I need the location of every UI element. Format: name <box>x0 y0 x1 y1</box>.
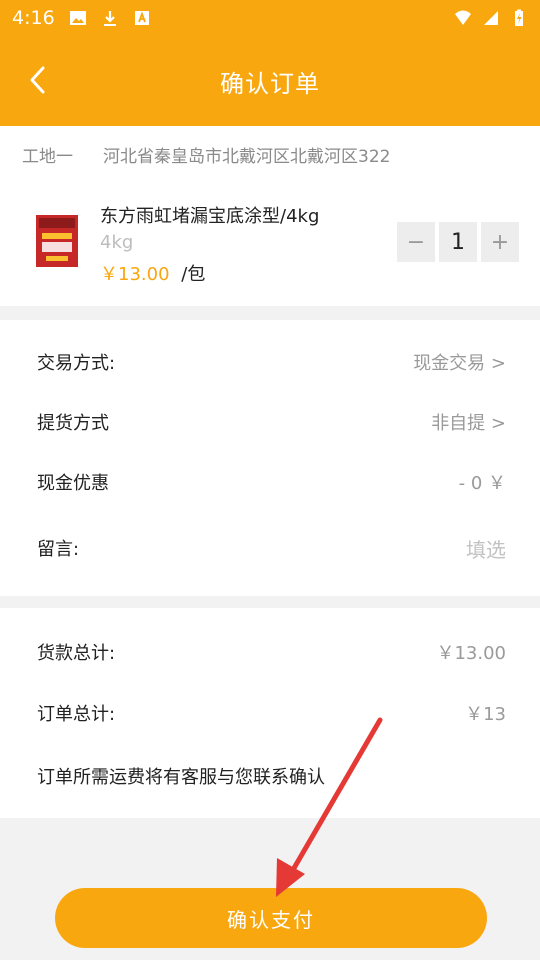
order-options: 交易方式: 现金交易 > 提货方式 非自提 > 现金优惠 - 0 ￥ 留言: 填… <box>0 320 540 596</box>
back-button[interactable] <box>22 62 52 98</box>
product-name: 东方雨虹堵漏宝底涂型/4kg <box>100 206 320 227</box>
delivery-address[interactable]: 工地一 河北省秦皇岛市北戴河区北戴河区322 <box>0 126 540 182</box>
pickup-method-value: 非自提 > <box>431 413 506 434</box>
shipping-note: 订单所需运费将有客服与您联系确认 <box>37 767 325 788</box>
goods-total-value: ￥13.00 <box>436 643 506 664</box>
goods-total-row: 货款总计: ￥13.00 <box>0 622 540 682</box>
divider <box>0 306 540 320</box>
message-input[interactable]: 填选 <box>466 534 506 563</box>
product-card: 东方雨虹堵漏宝底涂型/4kg 4kg ￥13.00 /包 − 1 + <box>0 182 540 306</box>
pickup-method-row[interactable]: 提货方式 非自提 > <box>0 392 540 452</box>
quantity-stepper: − 1 + <box>397 222 519 262</box>
wifi-icon <box>455 10 471 25</box>
product-thumbnail <box>36 215 78 267</box>
status-bar: 4:16 <box>0 0 540 36</box>
cash-discount-label: 现金优惠 <box>37 473 109 494</box>
address-name: 工地一 <box>22 146 73 167</box>
trade-method-label: 交易方式: <box>37 353 116 374</box>
divider <box>0 596 540 608</box>
app-notification-icon <box>134 11 149 25</box>
decrease-quantity-button[interactable]: − <box>397 222 435 262</box>
product-price: ￥13.00 <box>100 264 170 285</box>
signal-icon <box>484 11 498 25</box>
trade-method-row[interactable]: 交易方式: 现金交易 > <box>0 332 540 392</box>
quantity-value[interactable]: 1 <box>439 222 477 262</box>
download-notification-icon <box>103 11 116 26</box>
chevron-left-icon <box>30 66 45 94</box>
address-text: 河北省秦皇岛市北戴河区北戴河区322 <box>103 146 391 167</box>
order-total-value: ￥13 <box>465 704 506 725</box>
order-total-label: 订单总计: <box>37 704 116 725</box>
pickup-method-label: 提货方式 <box>37 413 109 434</box>
message-row[interactable]: 留言: 填选 <box>0 518 540 578</box>
confirm-payment-button[interactable]: 确认支付 <box>55 888 487 948</box>
cash-discount-row: 现金优惠 - 0 ￥ <box>0 452 540 512</box>
goods-total-label: 货款总计: <box>37 643 116 664</box>
message-label: 留言: <box>37 539 80 560</box>
image-notification-icon <box>69 11 86 25</box>
product-spec: 4kg <box>100 232 134 253</box>
battery-icon <box>515 9 523 26</box>
cash-discount-value: - 0 ￥ <box>458 473 506 494</box>
product-unit: /包 <box>181 264 206 285</box>
page-title: 确认订单 <box>220 69 320 98</box>
increase-quantity-button[interactable]: + <box>481 222 519 262</box>
order-total-row: 订单总计: ￥13 <box>0 683 540 743</box>
status-time: 4:16 <box>12 7 55 29</box>
app-bar: 确认订单 <box>0 36 540 126</box>
trade-method-value: 现金交易 > <box>413 353 506 374</box>
order-summary: 货款总计: ￥13.00 订单总计: ￥13 订单所需运费将有客服与您联系确认 <box>0 608 540 818</box>
